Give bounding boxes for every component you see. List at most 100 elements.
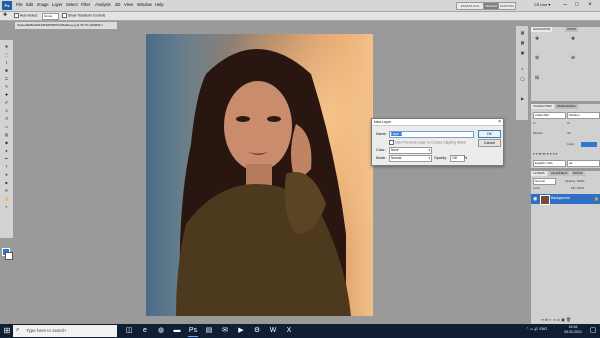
actions-panel-icon[interactable]: ▶ [518,96,527,101]
font-size-icon[interactable]: T↕ [533,121,536,125]
document-tab[interactable]: ChameBeBha001405465058074d5a9be.jpg @ 66… [14,21,118,30]
system-tray[interactable]: ⌃ ▭ 🔊 ENG [526,327,547,331]
mail-icon[interactable]: ✉ [220,326,230,336]
background-color-swatch[interactable] [5,252,13,260]
clone-stamp-tool-icon[interactable]: ♙ [2,108,11,113]
menu-edit[interactable]: Edit [26,2,33,7]
color-dropdown[interactable]: None ▾ [389,147,432,154]
antialias-dropdown[interactable]: aa [567,160,600,167]
tab-layers[interactable]: LAYERS [531,171,547,176]
hand-tool-icon[interactable]: ✋ [2,196,11,201]
tracking-label[interactable]: Metrics [533,131,543,135]
tab-character[interactable]: CHARACTER [531,104,554,109]
brush-preset-icon[interactable]: ✚ [535,36,539,42]
shape-tool-icon[interactable]: ■ [2,180,11,185]
layer-actions-bar[interactable]: ∞ fx ◐ ◑ ▭ ▣ 🗑 [541,317,571,322]
blur-tool-icon[interactable]: ◆ [2,140,11,145]
magic-wand-tool-icon[interactable]: ✱ [2,68,11,73]
font-family-dropdown[interactable]: Arabic Bld [533,112,566,119]
word-icon[interactable]: W [268,326,278,336]
tab-navigator[interactable]: NAVIGATOR [531,27,553,32]
menu-view[interactable]: View [124,2,133,7]
ok-button[interactable]: OK [478,130,501,138]
menu-image[interactable]: Image [37,2,49,7]
photoshop-task-icon[interactable]: Ps [188,326,198,337]
layer-name-input[interactable]: Layer 1 [389,131,474,138]
auto-select-dropdown[interactable]: Group [42,13,59,20]
notifications-icon[interactable]: ▢ [588,326,598,336]
layer-fill-label[interactable]: Fill: 100% [571,186,584,190]
crop-tool-icon[interactable]: ⌗ [2,76,11,81]
menu-3d[interactable]: 3D [115,2,120,7]
move-tool-icon[interactable]: ✥ [2,44,11,49]
taskbar-clock[interactable]: 15:15 29-02-2021 [564,325,582,335]
path-selection-tool-icon[interactable]: ➤ [2,172,11,177]
eyedropper-tool-icon[interactable]: ✎ [2,84,11,89]
leading-icon[interactable]: A↕ [567,121,571,125]
media-player-icon[interactable]: ▶ [236,326,246,336]
dialog-titlebar[interactable]: New Layer × [372,119,503,126]
type-tool-icon[interactable]: T [2,164,11,169]
move-tool-icon[interactable]: ✥ [3,12,7,18]
eye-icon[interactable]: ◉ [533,196,537,202]
mode-dropdown[interactable]: Normal ▾ [389,155,432,162]
history-brush-tool-icon[interactable]: ↺ [2,116,11,121]
tab-paragraph[interactable]: PARAGRAPH [555,104,578,109]
menu-file[interactable]: File [16,2,23,7]
lasso-tool-icon[interactable]: ℓ [2,60,11,65]
color-panel-icon[interactable]: ▦ [518,30,527,35]
layer-opacity-label[interactable]: Opacity: 100% [565,179,585,183]
zoom-tool-icon[interactable]: ⌕ [2,204,11,209]
adjustments-panel-icon[interactable]: ◐ [518,66,527,71]
text-color-swatch[interactable] [581,142,597,147]
menu-filter[interactable]: Filter [81,2,90,7]
chrome-icon[interactable]: ◍ [156,326,166,336]
healing-tool-icon[interactable]: ✚ [2,92,11,97]
windows-start-icon[interactable]: ⊞ [2,326,12,336]
styles-panel-icon[interactable]: ▣ [518,50,527,55]
menu-analysis[interactable]: Analysis [95,2,111,7]
kerning-icon[interactable]: VA [567,131,571,135]
menu-select[interactable]: Select [66,2,78,7]
edge-icon[interactable]: e [140,326,150,336]
masks-panel-icon[interactable]: ◯ [518,76,527,81]
layer-name[interactable]: Background [551,196,570,200]
tab-paths[interactable]: PATHS [571,171,585,176]
document-canvas[interactable] [146,34,373,316]
workspace-essentials-button[interactable]: ESSENTIALS [456,2,484,10]
close-icon[interactable]: × [498,119,501,125]
rotate-icon[interactable]: ⊕ [571,55,575,61]
clipping-mask-checkbox[interactable]: Use Previous Layer to Create Clipping Ma… [389,140,466,145]
auto-select-checkbox[interactable]: Auto-Select: [14,13,38,18]
marquee-tool-icon[interactable]: ⬚ [2,52,11,57]
text-style-buttons[interactable]: T T TT Tr T' T, T T [533,152,558,156]
file-explorer-icon[interactable]: ▬ [172,326,182,336]
layer-row-background[interactable]: ◉ Background 🔒 [531,194,600,205]
excel-icon[interactable]: X [284,326,294,336]
taskbar-search-box[interactable]: ⌕ Type here to search [13,325,117,337]
workspace-painting-button[interactable]: PAINTING [498,2,516,10]
adjust-icon[interactable]: ✚ [571,36,575,42]
workspace-design-button[interactable]: DESIGN [483,2,499,10]
minimize-icon[interactable]: – [560,1,570,9]
swatches-panel-icon[interactable]: ▩ [518,40,527,45]
tab-channels[interactable]: CHANNELS [549,171,570,176]
font-style-dropdown[interactable]: Medium [567,112,600,119]
pen-tool-icon[interactable]: ✒ [2,156,11,161]
cancel-button[interactable]: Cancel [478,139,501,147]
opacity-input[interactable]: 100 [450,155,465,162]
task-view-icon[interactable]: ◫ [124,326,134,336]
gradient-tool-icon[interactable]: ▤ [2,132,11,137]
menu-layer[interactable]: Layer [52,2,62,7]
tab-history[interactable]: HISTO [565,27,579,32]
store-icon[interactable]: ▤ [204,326,214,336]
maximize-icon[interactable]: □ [572,1,582,9]
menu-help[interactable]: Help [155,2,164,7]
3d-rotate-tool-icon[interactable]: ⟳ [2,188,11,193]
close-icon[interactable]: × [585,1,595,9]
transform-controls-checkbox[interactable]: Show Transform Controls [62,13,105,18]
eraser-tool-icon[interactable]: ▱ [2,124,11,129]
reference-point-icon[interactable]: ⊞ [535,75,539,81]
dodge-tool-icon[interactable]: ● [2,148,11,153]
menu-window[interactable]: Window [137,2,152,7]
